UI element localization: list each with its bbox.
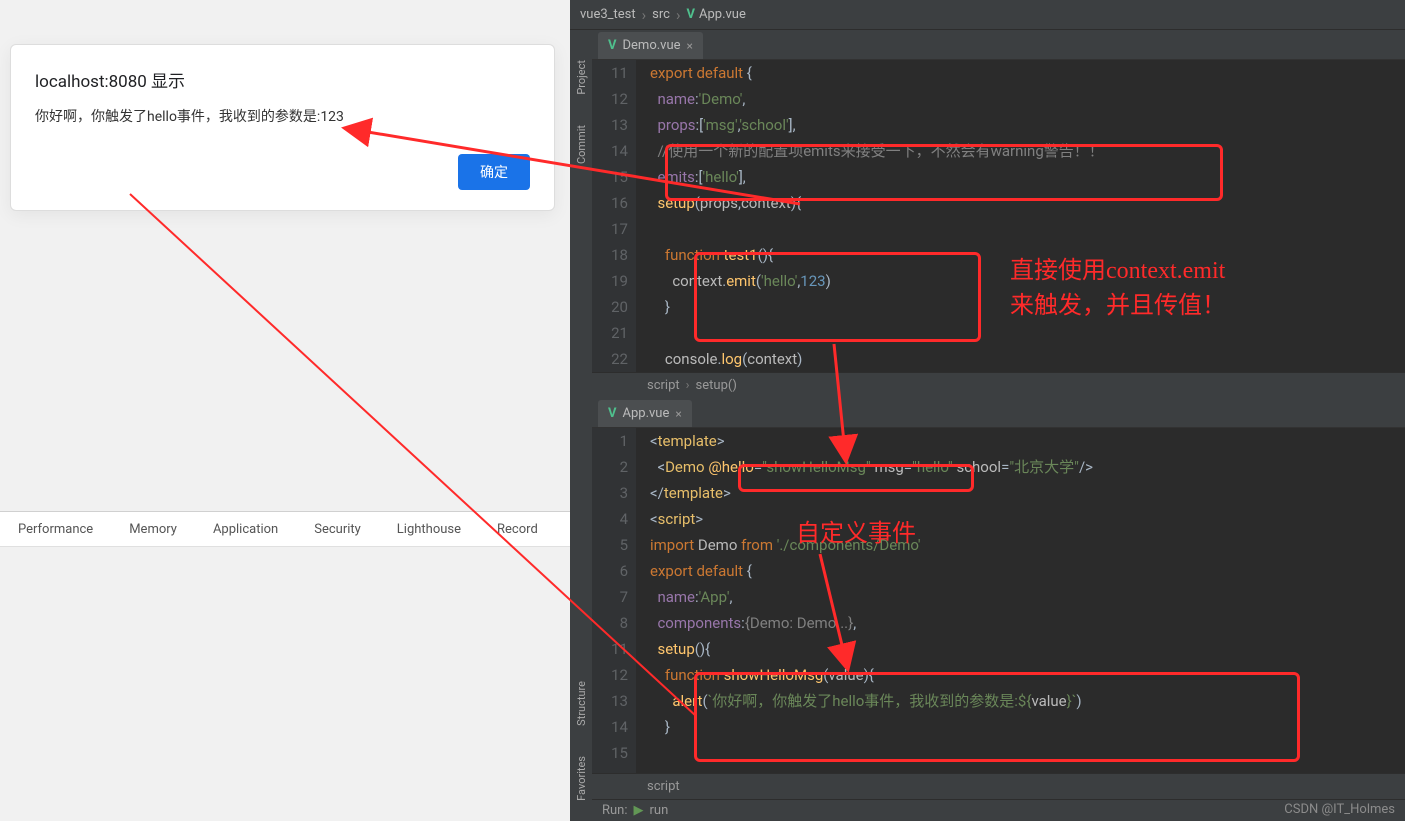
tab-label: Demo.vue: [623, 38, 681, 53]
tool-commit[interactable]: Commit: [575, 125, 588, 164]
code-area[interactable]: export default { name:'Demo', props:['ms…: [636, 60, 1405, 372]
devtools-tabbar: Performance Memory Application Security …: [0, 511, 570, 547]
annotation-text: 来触发，并且传值！: [1010, 290, 1226, 324]
devtools-tab-memory[interactable]: Memory: [111, 512, 195, 546]
tool-favorites[interactable]: Favorites: [575, 756, 588, 801]
vue-icon: V: [686, 7, 695, 22]
line-gutter: 123456781112131415: [592, 428, 636, 773]
chevron-right-icon: ›: [676, 6, 681, 24]
close-icon[interactable]: ×: [675, 407, 681, 421]
tool-structure[interactable]: Structure: [575, 681, 588, 726]
tab-app-vue[interactable]: V App.vue ×: [598, 400, 692, 427]
ide-panel: vue3_test › src › V App.vue Project Comm…: [570, 0, 1405, 821]
chevron-right-icon: ›: [642, 6, 647, 24]
line-gutter: 111213141516171819202122: [592, 60, 636, 372]
run-label: Run:: [602, 803, 628, 818]
code-area[interactable]: <template> <Demo @hello="showHelloMsg" m…: [636, 428, 1405, 773]
breadcrumb-file[interactable]: App.vue: [699, 7, 746, 22]
breadcrumb-project[interactable]: vue3_test: [580, 7, 636, 22]
run-config[interactable]: run: [650, 803, 669, 818]
devtools-tab-security[interactable]: Security: [296, 512, 379, 546]
vue-icon: V: [608, 38, 617, 53]
annotation-text: 自定义事件: [796, 518, 916, 552]
vue-icon: V: [608, 406, 617, 421]
alert-title: localhost:8080 显示: [35, 67, 530, 92]
tab-demo-vue[interactable]: V Demo.vue ×: [598, 32, 703, 59]
devtools-tab-lighthouse[interactable]: Lighthouse: [379, 512, 479, 546]
close-icon[interactable]: ×: [687, 39, 693, 53]
crumb-script[interactable]: script: [647, 779, 680, 794]
chevron-right-icon: ›: [686, 378, 690, 393]
breadcrumb: vue3_test › src › V App.vue: [570, 0, 1405, 30]
crumb-setup[interactable]: setup(): [696, 378, 737, 393]
editor-tabs-bottom: V App.vue ×: [592, 398, 1405, 428]
editor-top[interactable]: 111213141516171819202122 export default …: [592, 60, 1405, 372]
editor-tabs-top: V Demo.vue ×: [592, 30, 1405, 60]
annotation-text: 直接使用context.emit: [1010, 255, 1225, 289]
tab-label: App.vue: [623, 406, 670, 421]
tool-project[interactable]: Project: [575, 60, 588, 95]
editor-crumb-top: script › setup(): [592, 372, 1405, 398]
editor-crumb-bottom: script: [592, 773, 1405, 799]
browser-alert: localhost:8080 显示 你好啊，你触发了hello事件，我收到的参数…: [10, 44, 555, 211]
devtools-tab-record[interactable]: Record: [479, 512, 556, 546]
run-bar: Run: ▶ run: [592, 799, 1405, 821]
play-icon[interactable]: ▶: [634, 803, 644, 818]
devtools-tab-application[interactable]: Application: [195, 512, 296, 546]
browser-panel: localhost:8080 显示 你好啊，你触发了hello事件，我收到的参数…: [0, 0, 570, 821]
editor-bottom[interactable]: 123456781112131415 <template> <Demo @hel…: [592, 428, 1405, 773]
toolstrip-left: Project Commit Structure Favorites: [570, 30, 592, 821]
alert-ok-button[interactable]: 确定: [458, 154, 530, 190]
breadcrumb-folder[interactable]: src: [652, 7, 670, 22]
crumb-script[interactable]: script: [647, 378, 680, 393]
alert-message: 你好啊，你触发了hello事件，我收到的参数是:123: [35, 106, 530, 126]
watermark: CSDN @IT_Holmes: [1284, 802, 1395, 817]
devtools-tab-performance[interactable]: Performance: [0, 512, 111, 546]
